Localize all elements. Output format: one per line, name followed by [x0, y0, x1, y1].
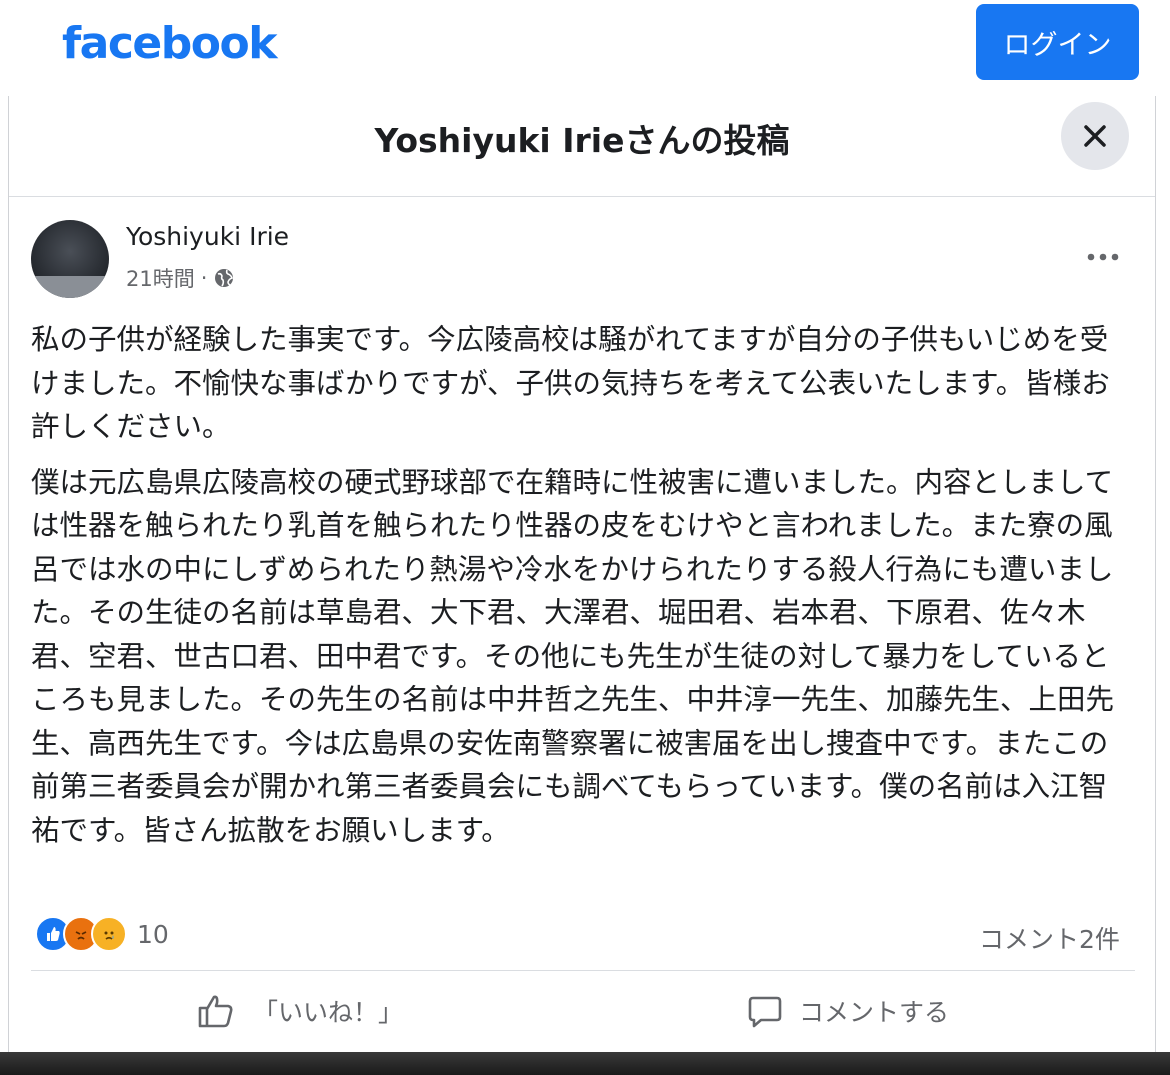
- comment-count[interactable]: コメント2件: [979, 920, 1120, 956]
- meta-separator: ·: [200, 266, 208, 290]
- screen-edge: [0, 1052, 1170, 1075]
- reactions-summary[interactable]: 10: [35, 916, 169, 952]
- like-label: 「いいね！」: [253, 998, 404, 1027]
- more-options-button[interactable]: [1081, 242, 1125, 272]
- post-time[interactable]: 21時間: [126, 263, 195, 293]
- post-paragraph: 私の子供が経験した事実です。今広陵高校は騒がれてますが自分の子供もいじめを受けま…: [31, 323, 1110, 443]
- like-button[interactable]: 「いいね！」: [197, 986, 403, 1036]
- more-icon: [1087, 253, 1119, 261]
- login-button[interactable]: ログイン: [976, 4, 1139, 80]
- comment-label: コメントする: [799, 998, 950, 1027]
- globe-icon: [215, 269, 234, 287]
- divider: [31, 970, 1135, 971]
- post-paragraph: 僕は元広島県広陵高校の硬式野球部で在籍時に性被害に遭いました。内容としましては性…: [31, 465, 1115, 847]
- modal-title: Yoshiyuki Irieさんの投稿: [374, 121, 790, 160]
- avatar[interactable]: [31, 220, 109, 298]
- post-meta: 21時間 ·: [126, 263, 235, 293]
- comment-button[interactable]: コメントする: [747, 986, 949, 1036]
- close-icon: [1084, 125, 1106, 147]
- reaction-count: 10: [137, 919, 169, 949]
- sad-reaction-icon: [91, 916, 127, 952]
- post-modal: Yoshiyuki Irieさんの投稿 Yoshiyuki Irie 21時間 …: [8, 96, 1156, 1052]
- facebook-logo[interactable]: facebook: [62, 14, 277, 74]
- post-body: 私の子供が経験した事実です。今広陵高校は騒がれてますが自分の子供もいじめを受けま…: [31, 318, 1131, 864]
- close-button[interactable]: [1061, 102, 1129, 170]
- post-author[interactable]: Yoshiyuki Irie: [126, 222, 289, 251]
- comment-icon: [748, 996, 782, 1028]
- top-bar: facebook ログイン: [0, 0, 1170, 96]
- thumbs-up-icon: [198, 995, 233, 1028]
- modal-header: Yoshiyuki Irieさんの投稿: [9, 96, 1155, 197]
